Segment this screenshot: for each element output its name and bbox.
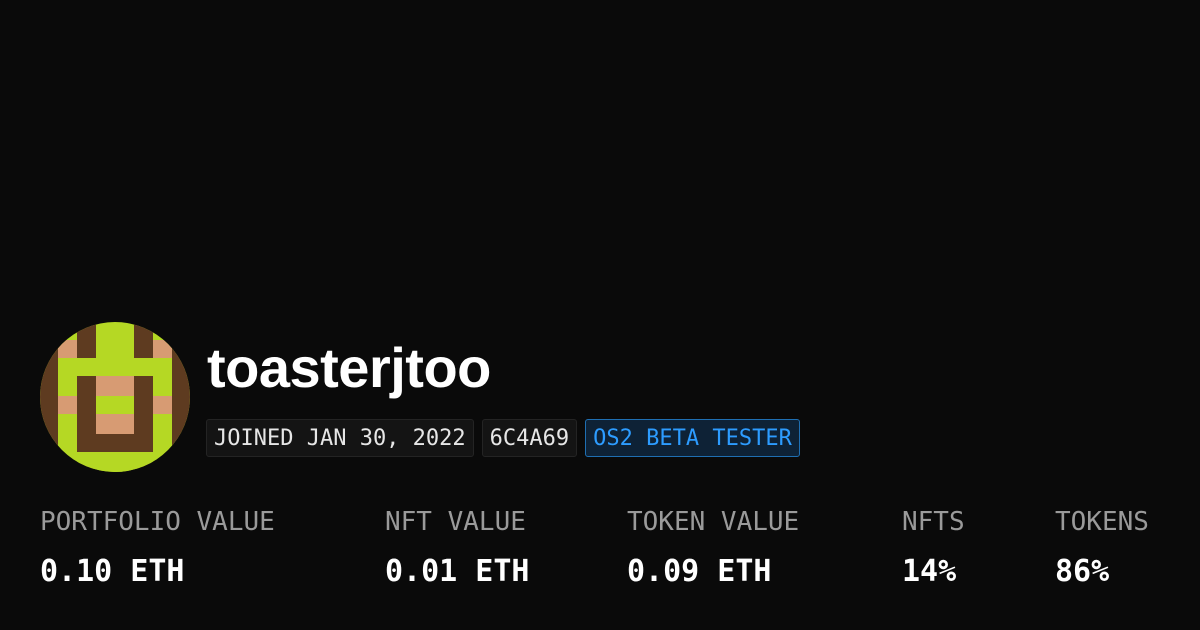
stat-value: 14% — [902, 554, 957, 589]
stat-token-value: TOKEN VALUE 0.09 ETH — [627, 505, 799, 589]
beta-tester-badge: OS2 BETA TESTER — [585, 419, 800, 457]
stat-tokens-share: TOKENS 86% — [1055, 505, 1149, 589]
stat-label: PORTFOLIO VALUE — [40, 507, 275, 537]
stat-value: 0.01 ETH — [385, 554, 530, 589]
stat-nfts-share: NFTS 14% — [902, 505, 965, 589]
profile-card: toasterjtoo JOINED JAN 30, 2022 6C4A69 O… — [0, 0, 1200, 630]
address-badge[interactable]: 6C4A69 — [481, 419, 578, 457]
stat-label: NFTS — [902, 507, 965, 537]
avatar — [40, 322, 190, 472]
pixel-art-avatar-icon — [40, 322, 190, 472]
joined-date-badge: JOINED JAN 30, 2022 — [206, 419, 474, 457]
stat-label: NFT VALUE — [385, 507, 526, 537]
stat-portfolio-value: PORTFOLIO VALUE 0.10 ETH — [40, 505, 275, 589]
badge-row: JOINED JAN 30, 2022 6C4A69 OS2 BETA TEST… — [206, 419, 800, 457]
username: toasterjtoo — [207, 336, 491, 399]
stat-label: TOKEN VALUE — [627, 507, 800, 537]
stat-value: 0.10 ETH — [40, 554, 185, 589]
stat-nft-value: NFT VALUE 0.01 ETH — [385, 505, 530, 589]
stat-value: 86% — [1055, 554, 1110, 589]
stat-label: TOKENS — [1055, 507, 1149, 537]
stat-value: 0.09 ETH — [627, 554, 772, 589]
